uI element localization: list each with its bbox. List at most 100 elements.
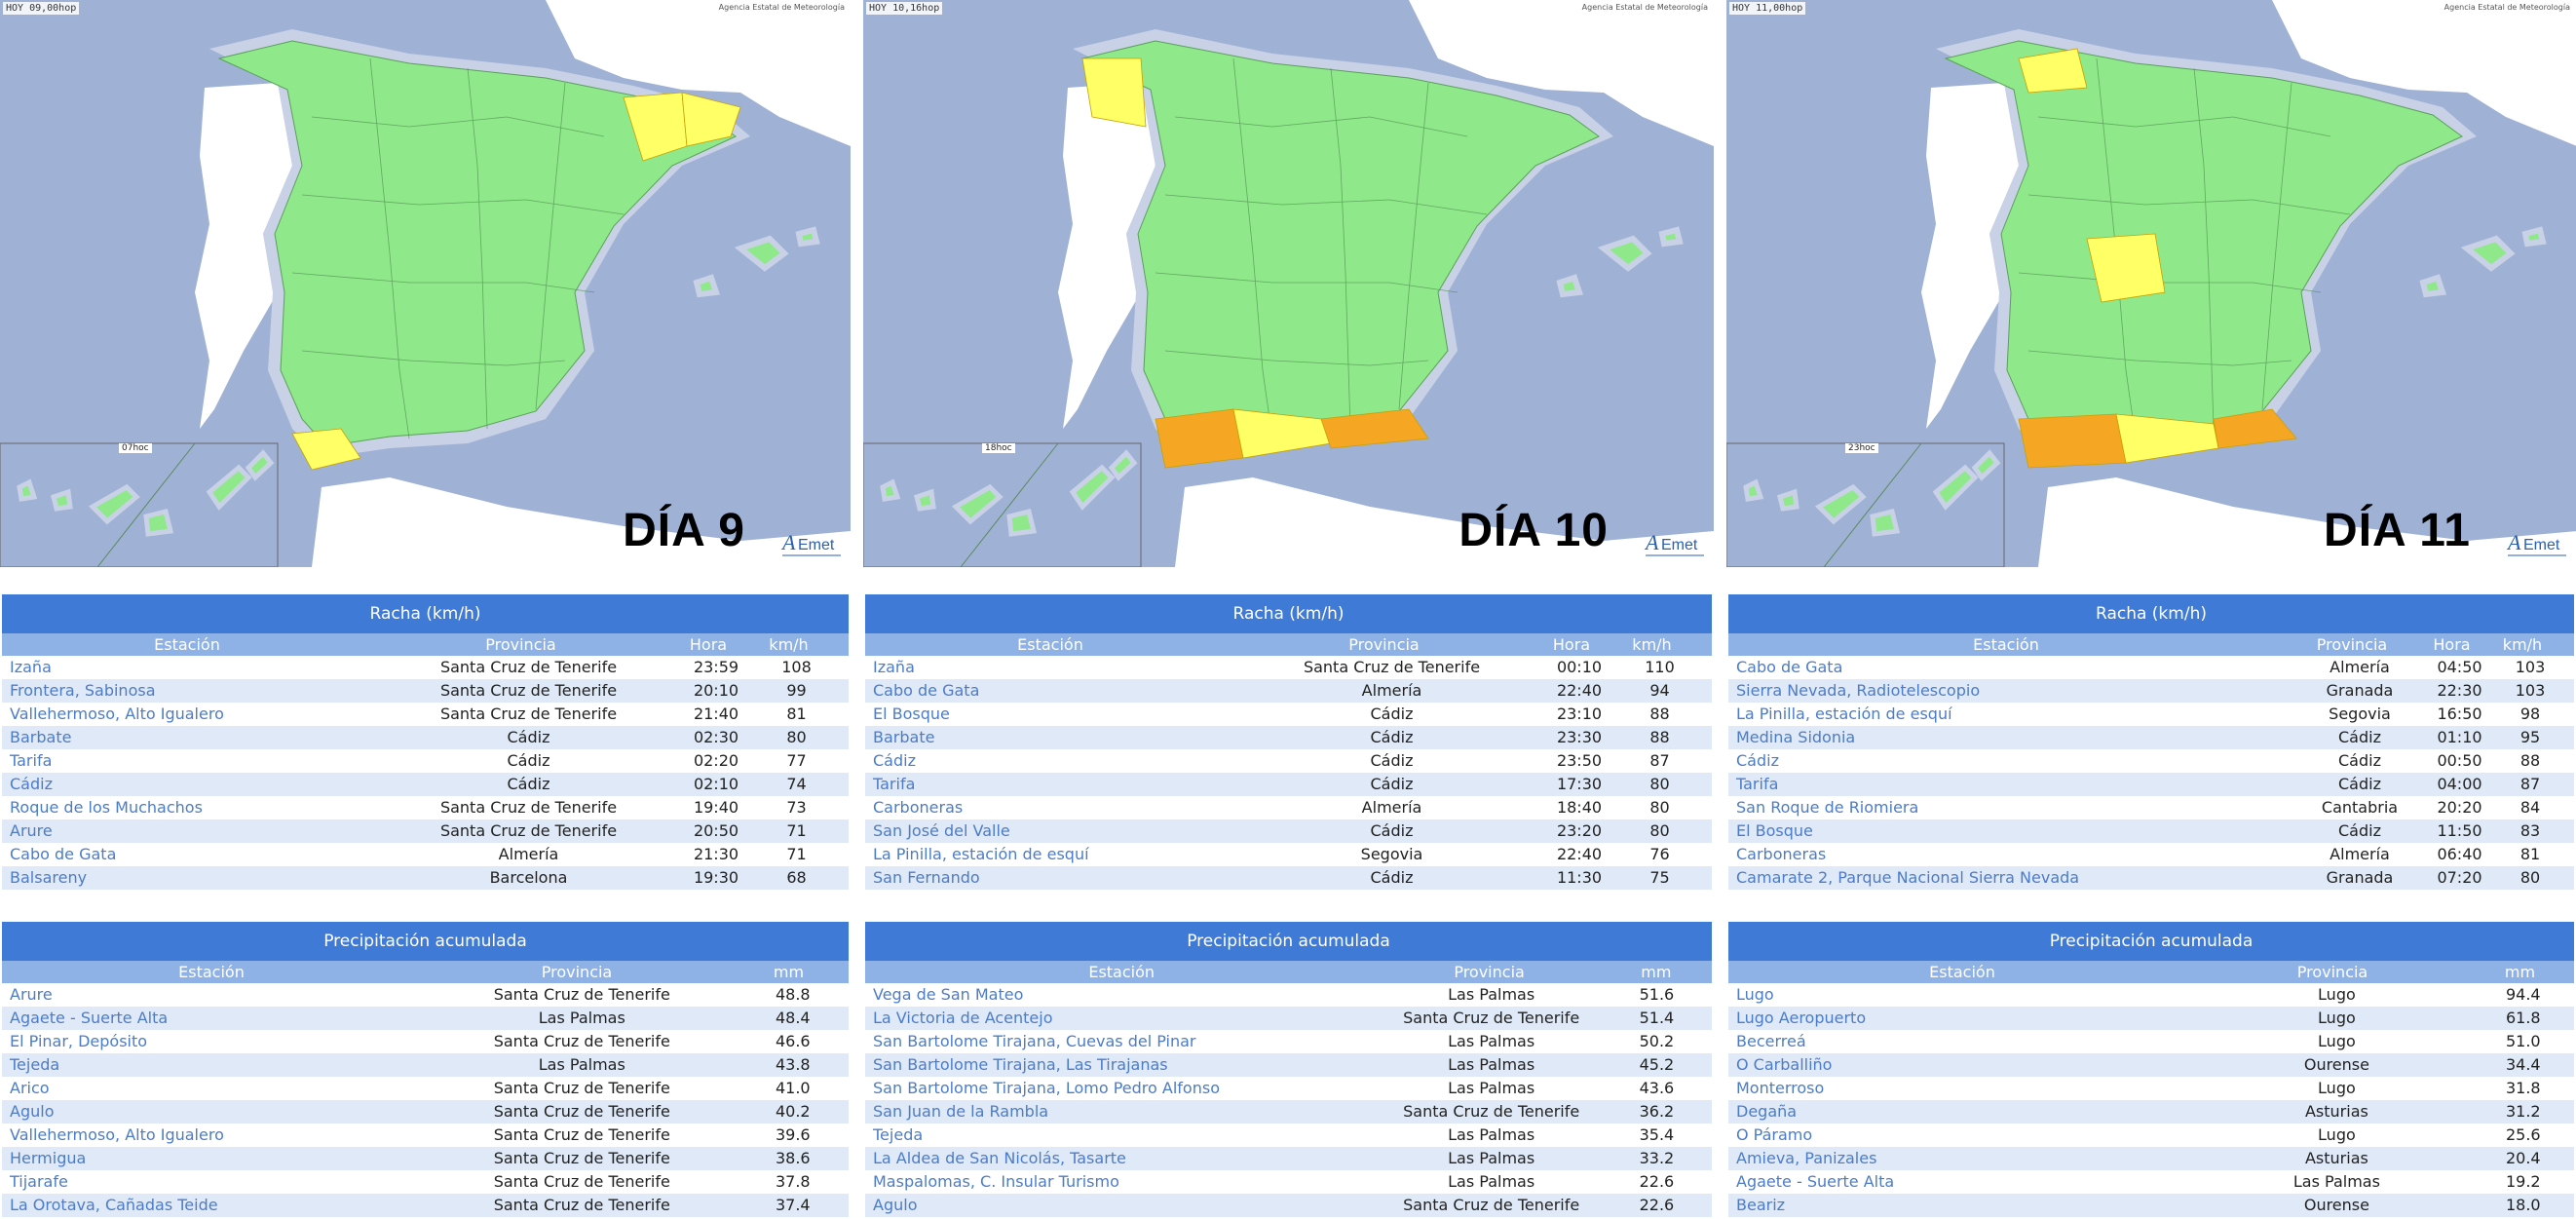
province-cell: Cádiz (507, 775, 550, 793)
station-link[interactable]: Cabo de Gata (1728, 656, 2292, 679)
station-link[interactable]: Lugo Aeropuerto (1728, 1007, 2201, 1030)
station-link[interactable]: San Bartolome Tirajana, Lomo Pedro Alfon… (865, 1077, 1382, 1100)
station-link[interactable]: San Juan de la Rambla (865, 1100, 1382, 1124)
table-row: Cádiz Cádiz 00:50 88 (1728, 749, 2574, 773)
station-link[interactable]: Becerreá (1728, 1030, 2201, 1053)
station-link[interactable]: La Aldea de San Nicolás, Tasarte (865, 1147, 1382, 1170)
station-link[interactable]: San Bartolome Tirajana, Cuevas del Pinar (865, 1030, 1382, 1053)
station-link[interactable]: Tejeda (865, 1124, 1382, 1147)
table-row: Agaete - Suerte Alta Las Palmas 19.2 (1728, 1170, 2574, 1194)
warning-map[interactable]: HOY 10,16hop Agencia Estatal de Meteorol… (863, 0, 1714, 567)
warning-area[interactable] (1155, 408, 1244, 469)
station-link[interactable]: Amieva, Panizales (1728, 1147, 2201, 1170)
station-link[interactable]: Tarifa (2, 749, 380, 773)
mm-cell: 33.2 (1639, 1149, 1675, 1167)
table-row: Carboneras Almería 06:40 81 (1728, 843, 2574, 866)
station-link[interactable]: Agulo (865, 1194, 1382, 1217)
station-link[interactable]: Barbate (865, 726, 1243, 749)
station-link[interactable]: San José del Valle (865, 819, 1243, 843)
warning-map[interactable]: HOY 09,00hop Agencia Estatal de Meteorol… (0, 0, 851, 567)
col-station: Estación (1088, 963, 1155, 981)
station-link[interactable]: Agaete - Suerte Alta (2, 1007, 427, 1030)
station-link[interactable]: O Páramo (1728, 1124, 2201, 1147)
hour-cell: 17:30 (1556, 775, 1603, 793)
warning-area[interactable] (2018, 413, 2127, 469)
hour-cell: 11:50 (2437, 821, 2482, 840)
mm-cell: 36.2 (1639, 1102, 1675, 1121)
station-link[interactable]: El Pinar, Depósito (2, 1030, 427, 1053)
station-link[interactable]: Cádiz (865, 749, 1243, 773)
hour-cell: 00:10 (1556, 658, 1603, 676)
station-link[interactable]: San Bartolome Tirajana, Las Tirajanas (865, 1053, 1382, 1077)
station-link[interactable]: Beariz (1728, 1194, 2201, 1217)
province-cell: Cádiz (2338, 728, 2381, 746)
canary-inset-time: 07hoc (119, 443, 152, 453)
station-link[interactable]: Vallehermoso, Alto Igualero (2, 703, 380, 726)
station-link[interactable]: Arure (2, 983, 427, 1007)
station-link[interactable]: O Carballiño (1728, 1053, 2201, 1077)
station-link[interactable]: Balsareny (2, 866, 380, 890)
province-cell: Las Palmas (1448, 1149, 1535, 1167)
warning-map[interactable]: HOY 11,00hop Agencia Estatal de Meteorol… (1726, 0, 2576, 567)
station-link[interactable]: Izaña (865, 656, 1243, 679)
station-link[interactable]: San Roque de Riomiera (1728, 796, 2292, 819)
table-row: Agaete - Suerte Alta Las Palmas 48.4 (2, 1007, 849, 1030)
station-link[interactable]: La Pinilla, estación de esquí (1728, 703, 2292, 726)
hour-cell: 04:00 (2437, 775, 2482, 793)
station-link[interactable]: Vallehermoso, Alto Igualero (2, 1124, 427, 1147)
hour-cell: 20:50 (693, 821, 739, 840)
table-row: San Roque de Riomiera Cantabria 20:20 84 (1728, 796, 2574, 819)
hour-cell: 00:50 (2437, 751, 2482, 770)
station-link[interactable]: Agaete - Suerte Alta (1728, 1170, 2201, 1194)
station-link[interactable]: Monterroso (1728, 1077, 2201, 1100)
station-link[interactable]: Cabo de Gata (2, 843, 380, 866)
province-cell: Santa Cruz de Tenerife (493, 1102, 670, 1121)
table-row: Agulo Santa Cruz de Tenerife 22.6 (865, 1194, 1712, 1217)
station-link[interactable]: Cabo de Gata (865, 679, 1243, 703)
station-link[interactable]: La Pinilla, estación de esquí (865, 843, 1243, 866)
table-row: Arure Santa Cruz de Tenerife 48.8 (2, 983, 849, 1007)
table-row: Izaña Santa Cruz de Tenerife 23:59 108 (2, 656, 849, 679)
station-link[interactable]: Cádiz (2, 773, 380, 796)
station-link[interactable]: Tarifa (1728, 773, 2292, 796)
col-mm: mm (2504, 963, 2536, 981)
station-link[interactable]: Tejeda (2, 1053, 427, 1077)
station-link[interactable]: Cádiz (1728, 749, 2292, 773)
station-link[interactable]: Roque de los Muchachos (2, 796, 380, 819)
station-link[interactable]: Agulo (2, 1100, 427, 1124)
table-row: El Bosque Cádiz 23:10 88 (865, 703, 1712, 726)
station-link[interactable]: Barbate (2, 726, 380, 749)
station-link[interactable]: El Bosque (865, 703, 1243, 726)
station-link[interactable]: Vega de San Mateo (865, 983, 1382, 1007)
province-cell: Santa Cruz de Tenerife (493, 1172, 670, 1191)
table-row: Medina Sidonia Cádiz 01:10 95 (1728, 726, 2574, 749)
table-row: La Orotava, Cañadas Teide Santa Cruz de T… (2, 1194, 849, 1217)
table-row: Beariz Ourense 18.0 (1728, 1194, 2574, 1217)
station-link[interactable]: Maspalomas, C. Insular Turismo (865, 1170, 1382, 1194)
station-link[interactable]: Lugo (1728, 983, 2201, 1007)
station-link[interactable]: San Fernando (865, 866, 1243, 890)
hour-cell: 21:40 (693, 705, 739, 723)
station-link[interactable]: La Victoria de Acentejo (865, 1007, 1382, 1030)
svg-text:Emet: Emet (1661, 537, 1698, 553)
hour-cell: 06:40 (2437, 845, 2482, 863)
mm-cell: 51.0 (2505, 1032, 2541, 1050)
station-link[interactable]: Carboneras (1728, 843, 2292, 866)
station-link[interactable]: Tarifa (865, 773, 1243, 796)
station-link[interactable]: La Orotava, Cañadas Teide (2, 1194, 427, 1217)
station-link[interactable]: Arico (2, 1077, 427, 1100)
station-link[interactable]: Hermigua (2, 1147, 427, 1170)
station-link[interactable]: Tijarafe (2, 1170, 427, 1194)
province-cell: Santa Cruz de Tenerife (1303, 658, 1481, 676)
station-link[interactable]: Sierra Nevada, Radiotelescopio (1728, 679, 2292, 703)
station-link[interactable]: Frontera, Sabinosa (2, 679, 380, 703)
station-link[interactable]: Arure (2, 819, 380, 843)
warning-area[interactable] (1081, 57, 1147, 128)
station-link[interactable]: El Bosque (1728, 819, 2292, 843)
station-link[interactable]: Carboneras (865, 796, 1243, 819)
station-link[interactable]: Degaña (1728, 1100, 2201, 1124)
station-link[interactable]: Izaña (2, 656, 380, 679)
table-row: San Bartolome Tirajana, Lomo Pedro Alfon… (865, 1077, 1712, 1100)
station-link[interactable]: Camarate 2, Parque Nacional Sierra Nevad… (1728, 866, 2292, 890)
station-link[interactable]: Medina Sidonia (1728, 726, 2292, 749)
